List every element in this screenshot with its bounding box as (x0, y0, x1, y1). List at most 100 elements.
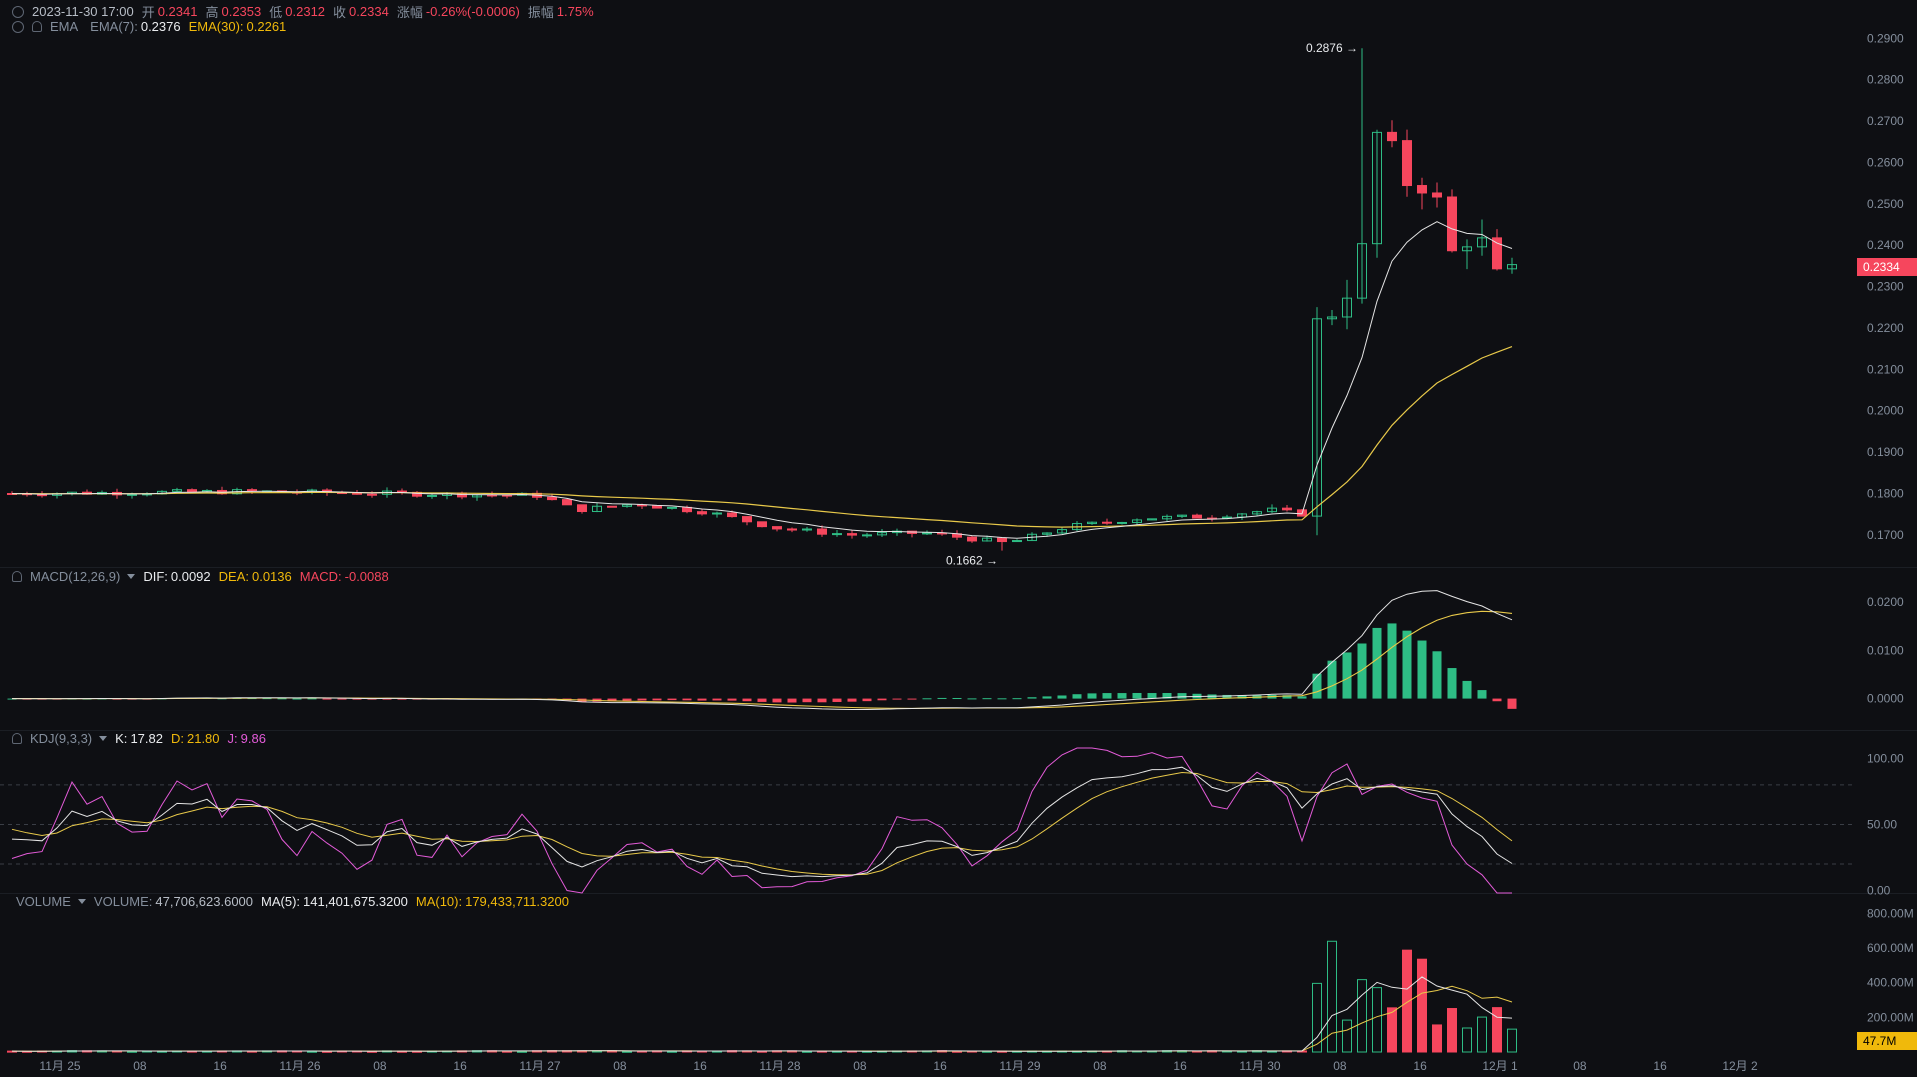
time-axis-tick: 16 (933, 1059, 947, 1073)
macd-bar (1177, 693, 1187, 699)
candle-body (787, 528, 797, 531)
macd-bar (1147, 693, 1157, 699)
candle-body (1282, 507, 1292, 511)
time-axis-tick: 16 (693, 1059, 707, 1073)
macd-axis-tick: 0.0000 (1867, 692, 1904, 706)
close-label: 收 (333, 5, 347, 20)
macd-legend[interactable]: MACD(12,26,9) DIF: 0.0092 DEA: 0.0136 MACD… (12, 569, 397, 584)
macd-bar (1432, 651, 1442, 699)
macd-bar (742, 698, 752, 702)
macd-bar (967, 698, 977, 700)
volume-legend[interactable]: VOLUME VOLUME: 47,706,623.6000 MA(5): 141,… (12, 894, 577, 909)
macd-bar (1372, 627, 1382, 699)
macd-bar (1057, 695, 1067, 699)
candle-body (1492, 237, 1502, 270)
current-price-tag: 0.2334 (1857, 258, 1917, 276)
time-axis-tick: 11月 27 (519, 1059, 560, 1073)
macd-bar (982, 698, 992, 700)
macd-bar (1012, 698, 1022, 700)
close-value: 0.2334 (349, 4, 389, 19)
j-value: 9.86 (240, 731, 266, 746)
macd-bar (1462, 680, 1472, 699)
kdj-legend[interactable]: KDJ(9,3,3) K: 17.82 D: 21.80 J: 9.86 (12, 731, 274, 746)
k-value: 17.82 (130, 731, 163, 746)
time-axis-tick: 08 (853, 1059, 867, 1073)
dif-label: DIF: (143, 569, 168, 584)
macd-indicator-name[interactable]: MACD(12,26,9) (30, 569, 120, 584)
candle-body (862, 534, 872, 537)
macd-bar (1402, 630, 1412, 699)
candle-body (1102, 521, 1112, 524)
kdj-axis-tick: 50.00 (1867, 817, 1897, 831)
volume-axis-tick: 600.00M (1867, 941, 1914, 955)
alert-bell-icon[interactable] (12, 571, 22, 582)
macd-bar (862, 698, 872, 702)
time-axis-tick: 11月 25 (39, 1059, 80, 1073)
candle-body (832, 533, 842, 536)
time-axis-tick: 11月 30 (1239, 1059, 1280, 1073)
ma10-label: MA(10): (415, 894, 463, 909)
volume-bar (622, 1050, 632, 1053)
candle-body (1387, 131, 1397, 142)
dea-value: 0.0136 (251, 569, 292, 584)
alert-bell-icon[interactable] (12, 733, 22, 744)
ema7-value: 0.2376 (140, 19, 181, 34)
macd-bar (712, 698, 722, 701)
macd-axis-tick: 0.0100 (1867, 643, 1904, 657)
current-volume-tag: 47.7M (1857, 1032, 1917, 1050)
collapse-chevron-icon[interactable] (12, 20, 24, 33)
amplitude-label: 振幅 (527, 5, 554, 20)
time-axis-tick: 08 (1093, 1059, 1107, 1073)
candle-body (772, 526, 782, 530)
macd-bar (997, 698, 1007, 700)
macd-bar (622, 698, 632, 701)
volume-bar (1492, 1007, 1502, 1053)
dropdown-caret-icon[interactable] (99, 736, 108, 741)
d-label: D: (170, 731, 184, 746)
macd-bar (292, 698, 302, 700)
time-axis-tick: 12月 1 (1482, 1059, 1518, 1073)
ema-indicator-name[interactable]: EMA (50, 19, 78, 34)
dropdown-caret-icon[interactable] (77, 899, 86, 904)
time-axis-tick: 16 (1653, 1059, 1667, 1073)
volume-indicator-name[interactable]: VOLUME (16, 894, 71, 909)
macd-bar (877, 698, 887, 701)
macd-bar (952, 698, 962, 700)
price-axis-tick: 0.2300 (1867, 280, 1904, 294)
volume-bar (1507, 1028, 1517, 1053)
macd-bar (637, 698, 647, 701)
chart-stage[interactable]: 0.1700 0.1800 0.1900 0.2000 0.2100 0.2200 0.23… (0, 0, 1917, 1077)
chart-canvas[interactable]: 0.1700 0.1800 0.1900 0.2000 0.2100 0.2200 0.23… (0, 0, 1917, 1077)
ema30-label: EMA(30): (188, 19, 244, 34)
ema30-value: 0.2261 (246, 19, 287, 34)
ma10-value: 179,433,711.3200 (465, 894, 569, 909)
volume-axis-tick: 200.00M (1867, 1010, 1914, 1024)
volume-label: VOLUME: (93, 894, 153, 909)
price-axis-tick: 0.2400 (1867, 238, 1904, 252)
ema-legend[interactable]: EMA EMA(7): 0.2376 EMA(30): 0.2261 (12, 19, 294, 34)
candle-body (652, 505, 662, 509)
collapse-chevron-icon[interactable] (12, 5, 24, 18)
change-value: -0.26%(-0.0006) (425, 4, 520, 19)
candle-body (1192, 514, 1202, 519)
macd-bar (727, 698, 737, 701)
macd-bar (1357, 643, 1367, 699)
price-axis-tick: 0.2200 (1867, 321, 1904, 335)
macd-bar (772, 698, 782, 703)
candle-body (712, 512, 722, 515)
low-value: 0.2312 (285, 4, 326, 19)
ema30-line (12, 346, 1513, 528)
macd-bar (667, 698, 677, 701)
time-axis-tick: 08 (133, 1059, 147, 1073)
alert-bell-icon[interactable] (32, 21, 42, 32)
time-axis-tick: 11月 29 (999, 1059, 1040, 1073)
kdj-indicator-name[interactable]: KDJ(9,3,3) (30, 731, 92, 746)
dea-label: DEA: (218, 569, 249, 584)
macd-bar (1447, 668, 1457, 699)
macd-bar (1327, 660, 1337, 699)
volume-bar (1447, 1008, 1457, 1053)
dif-value: 0.0092 (170, 569, 211, 584)
dropdown-caret-icon[interactable] (127, 574, 136, 579)
macd-bar (1387, 623, 1397, 699)
candle-body (1117, 521, 1127, 524)
